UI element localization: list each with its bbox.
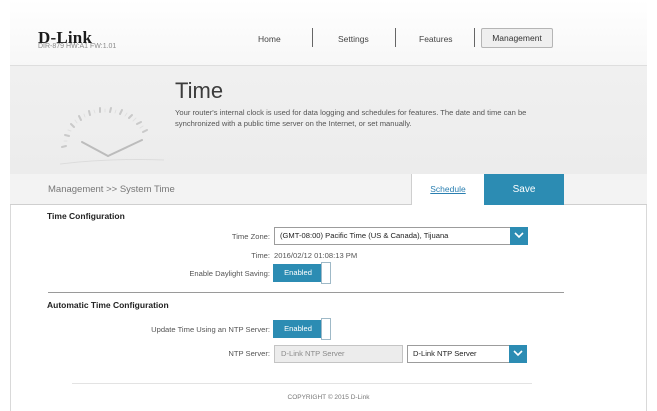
ntp-server-select-value: D-Link NTP Server [413, 349, 477, 358]
schedule-link[interactable]: Schedule [411, 174, 484, 205]
ntp-update-toggle[interactable]: Enabled [273, 318, 331, 340]
toggle-knob[interactable] [321, 318, 331, 340]
model-info: DIR-879 HW:A1 FW:1.01 [38, 43, 117, 50]
page-description: Your router's internal clock is used for… [175, 108, 527, 128]
page-title: Time [175, 78, 224, 103]
footer-divider [72, 383, 532, 384]
clock-icon [60, 107, 164, 165]
nav-divider [395, 28, 396, 47]
time-label: Time: [251, 251, 270, 260]
section-title-time-config: Time Configuration [47, 211, 125, 221]
ntp-server-label: NTP Server: [228, 349, 270, 358]
toggle-state: Enabled [273, 320, 323, 338]
save-button[interactable]: Save [484, 174, 564, 205]
copyright-text: COPYRIGHT © 2015 D-Link [287, 394, 370, 401]
nav-divider [474, 28, 475, 47]
ntp-server-input[interactable]: D-Link NTP Server [274, 345, 403, 363]
time-value: 2016/02/12 01:08:13 PM [274, 251, 358, 260]
nav-management[interactable]: Management [481, 28, 553, 48]
daylight-saving-toggle[interactable]: Enabled [273, 262, 331, 284]
nav-home[interactable]: Home [258, 34, 281, 44]
timezone-select[interactable]: (GMT-08:00) Pacific Time (US & Canada), … [274, 227, 528, 245]
daylight-saving-label: Enable Daylight Saving: [189, 269, 270, 278]
chevron-down-icon[interactable] [510, 227, 528, 245]
nav-divider [312, 28, 313, 47]
toggle-knob[interactable] [321, 262, 331, 284]
section-title-auto-time: Automatic Time Configuration [47, 300, 169, 310]
toggle-state: Enabled [273, 264, 323, 282]
nav-features[interactable]: Features [419, 34, 453, 44]
timezone-label: Time Zone: [231, 232, 270, 241]
nav-settings[interactable]: Settings [338, 34, 369, 44]
chevron-down-icon[interactable] [509, 345, 527, 363]
breadcrumb: Management >> System Time [48, 184, 175, 195]
ntp-server-select[interactable]: D-Link NTP Server [407, 345, 527, 363]
timezone-value: (GMT-08:00) Pacific Time (US & Canada), … [280, 231, 449, 240]
section-divider [48, 292, 564, 293]
ntp-update-label: Update Time Using an NTP Server: [151, 325, 270, 334]
